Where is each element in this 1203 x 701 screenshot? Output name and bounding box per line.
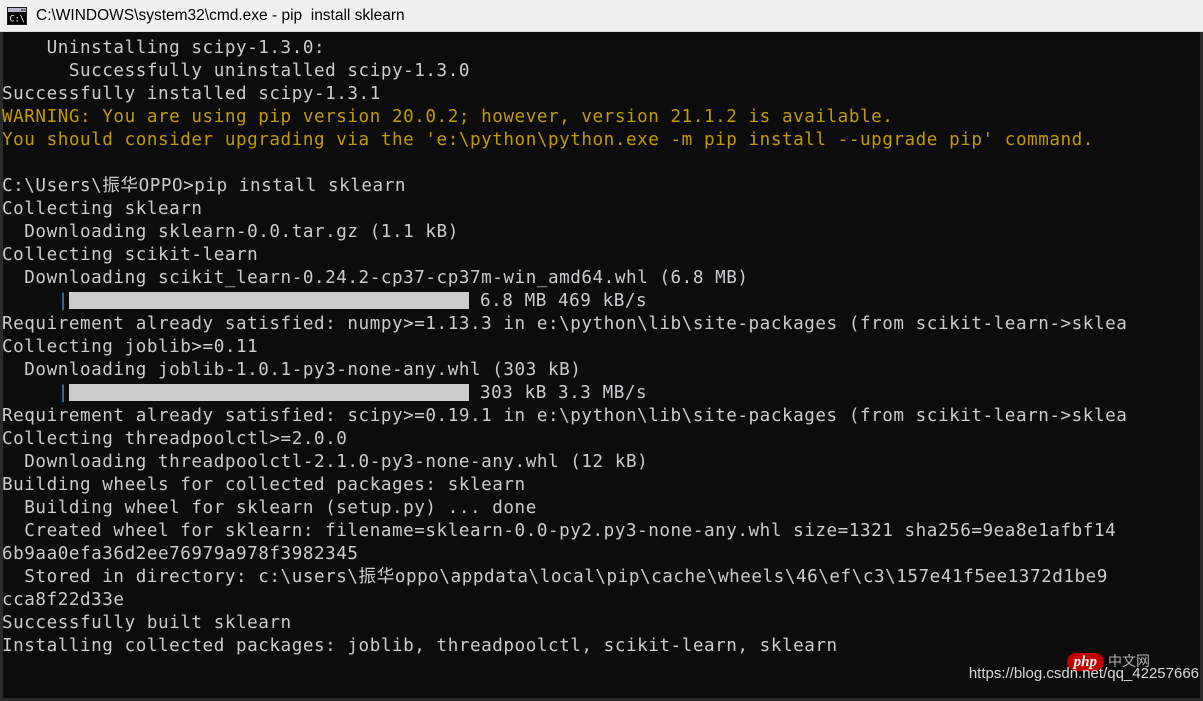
console-line: Stored in directory: c:\users\振华oppo\app… bbox=[2, 567, 1108, 587]
console-line: Collecting scikit-learn bbox=[2, 245, 259, 265]
watermark-url: https://blog.csdn.net/qq_42257666 bbox=[968, 665, 1199, 682]
progress-bar-status: 303 kB 3.3 MB/s bbox=[468, 383, 648, 403]
console-output-area[interactable]: Uninstalling scipy-1.3.0: Successfully u… bbox=[0, 32, 1203, 701]
console-line: 6b9aa0efa36d2ee76979a978f3982345 bbox=[2, 544, 359, 564]
console-line: Successfully installed scipy-1.3.1 bbox=[2, 84, 381, 104]
console-line: C:\Users\振华OPPO>pip install sklearn bbox=[2, 176, 406, 196]
window-title: C:\WINDOWS\system32\cmd.exe - pip instal… bbox=[36, 6, 405, 24]
console-line: Requirement already satisfied: numpy>=1.… bbox=[2, 314, 1128, 334]
console-line: Downloading scikit_learn-0.24.2-cp37-cp3… bbox=[2, 268, 749, 288]
progress-bar-line: | 303 kB 3.3 MB/s bbox=[2, 382, 1203, 405]
console-line: Created wheel for sklearn: filename=skle… bbox=[2, 521, 1117, 541]
watermark: php 中文网 https://blog.csdn.net/qq_4225766… bbox=[968, 653, 1199, 683]
console-lines: Uninstalling scipy-1.3.0: Successfully u… bbox=[2, 37, 1203, 658]
progress-indent bbox=[2, 383, 58, 403]
progress-bar-fill bbox=[68, 383, 469, 401]
console-line: Collecting joblib>=0.11 bbox=[2, 337, 259, 357]
console-line: Building wheel for sklearn (setup.py) ..… bbox=[2, 498, 537, 518]
console-line: Building wheels for collected packages: … bbox=[2, 475, 526, 495]
progress-indent bbox=[2, 291, 58, 311]
console-line: WARNING: You are using pip version 20.0.… bbox=[2, 107, 894, 127]
console-line: Downloading joblib-1.0.1-py3-none-any.wh… bbox=[2, 360, 582, 380]
progress-bar-line: | 6.8 MB 469 kB/s bbox=[2, 290, 1203, 313]
console-line: Collecting sklearn bbox=[2, 199, 203, 219]
window-titlebar[interactable]: C:\. C:\WINDOWS\system32\cmd.exe - pip i… bbox=[0, 0, 1203, 32]
console-line: Successfully built sklearn bbox=[2, 613, 292, 633]
console-line: Successfully uninstalled scipy-1.3.0 bbox=[2, 61, 470, 81]
console-line: Installing collected packages: joblib, t… bbox=[2, 636, 838, 656]
svg-text:C:\.: C:\. bbox=[10, 14, 28, 24]
progress-bar-fill bbox=[68, 291, 469, 309]
console-line: cca8f22d33e bbox=[2, 590, 125, 610]
console-line: Requirement already satisfied: scipy>=0.… bbox=[2, 406, 1128, 426]
cmd-console-icon: C:\. bbox=[7, 6, 30, 25]
console-line: You should consider upgrading via the 'e… bbox=[2, 130, 1094, 150]
console-line: Collecting threadpoolctl>=2.0.0 bbox=[2, 429, 348, 449]
cmd-window: C:\. C:\WINDOWS\system32\cmd.exe - pip i… bbox=[0, 0, 1203, 701]
progress-bar-status: 6.8 MB 469 kB/s bbox=[468, 291, 648, 311]
progress-bar-bracket: | bbox=[57, 383, 69, 403]
console-line: Downloading sklearn-0.0.tar.gz (1.1 kB) bbox=[2, 222, 459, 242]
progress-bar-bracket: | bbox=[57, 291, 69, 311]
console-line: Downloading threadpoolctl-2.1.0-py3-none… bbox=[2, 452, 649, 472]
console-line: Uninstalling scipy-1.3.0: bbox=[2, 38, 326, 58]
